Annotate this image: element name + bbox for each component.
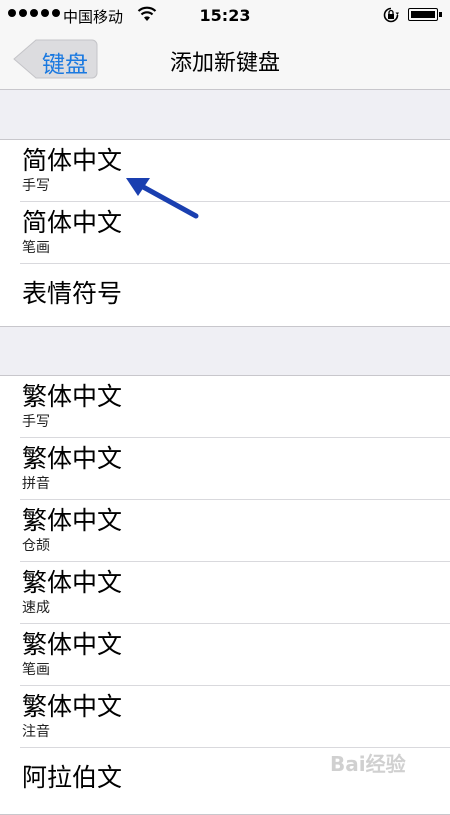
keyboard-variant: 注音 [22, 724, 50, 740]
watermark-logo: Bai经验 [330, 752, 406, 776]
rotation-lock-icon [383, 7, 399, 27]
keyboard-group-simplified: 简体中文 手写 简体中文 笔画 表情符号 [0, 139, 450, 327]
section-spacer [0, 90, 450, 139]
list-item[interactable]: 表情符号 [0, 264, 450, 326]
keyboard-name: 表情符号 [22, 279, 123, 308]
navigation-bar: 键盘 添加新键盘 [0, 30, 450, 90]
keyboard-name: 繁体中文 [22, 444, 123, 473]
list-item[interactable]: 简体中文 笔画 [0, 202, 450, 264]
keyboard-name: 繁体中文 [22, 506, 123, 535]
list-item[interactable]: 繁体中文 仓颉 [0, 500, 450, 562]
section-spacer [0, 327, 450, 375]
status-bar: 中国移动 15:23 [0, 0, 450, 30]
keyboard-variant: 拼音 [22, 476, 50, 492]
keyboard-variant: 手写 [22, 414, 50, 430]
keyboard-name: 简体中文 [22, 208, 123, 237]
keyboard-name: 繁体中文 [22, 692, 123, 721]
annotation-arrow-icon [126, 178, 199, 219]
list-item[interactable]: 繁体中文 手写 [0, 376, 450, 438]
battery-icon [408, 8, 442, 21]
list-item[interactable]: 繁体中文 拼音 [0, 438, 450, 500]
keyboard-name: 简体中文 [22, 146, 123, 175]
keyboard-variant: 仓颉 [22, 538, 50, 554]
list-item[interactable]: 繁体中文 笔画 [0, 624, 450, 686]
keyboard-name: 繁体中文 [22, 382, 123, 411]
keyboard-name: 繁体中文 [22, 630, 123, 659]
keyboard-variant: 笔画 [22, 662, 50, 678]
keyboard-variant: 笔画 [22, 240, 50, 256]
list-item[interactable]: 繁体中文 速成 [0, 562, 450, 624]
list-item[interactable]: 繁体中文 注音 [0, 686, 450, 748]
keyboard-variant: 手写 [22, 178, 50, 194]
keyboard-name: 阿拉伯文 [22, 763, 123, 792]
keyboard-name: 繁体中文 [22, 568, 123, 597]
keyboard-variant: 速成 [22, 600, 50, 616]
list-item[interactable]: 简体中文 手写 [0, 140, 450, 202]
page-title: 添加新键盘 [169, 51, 280, 76]
